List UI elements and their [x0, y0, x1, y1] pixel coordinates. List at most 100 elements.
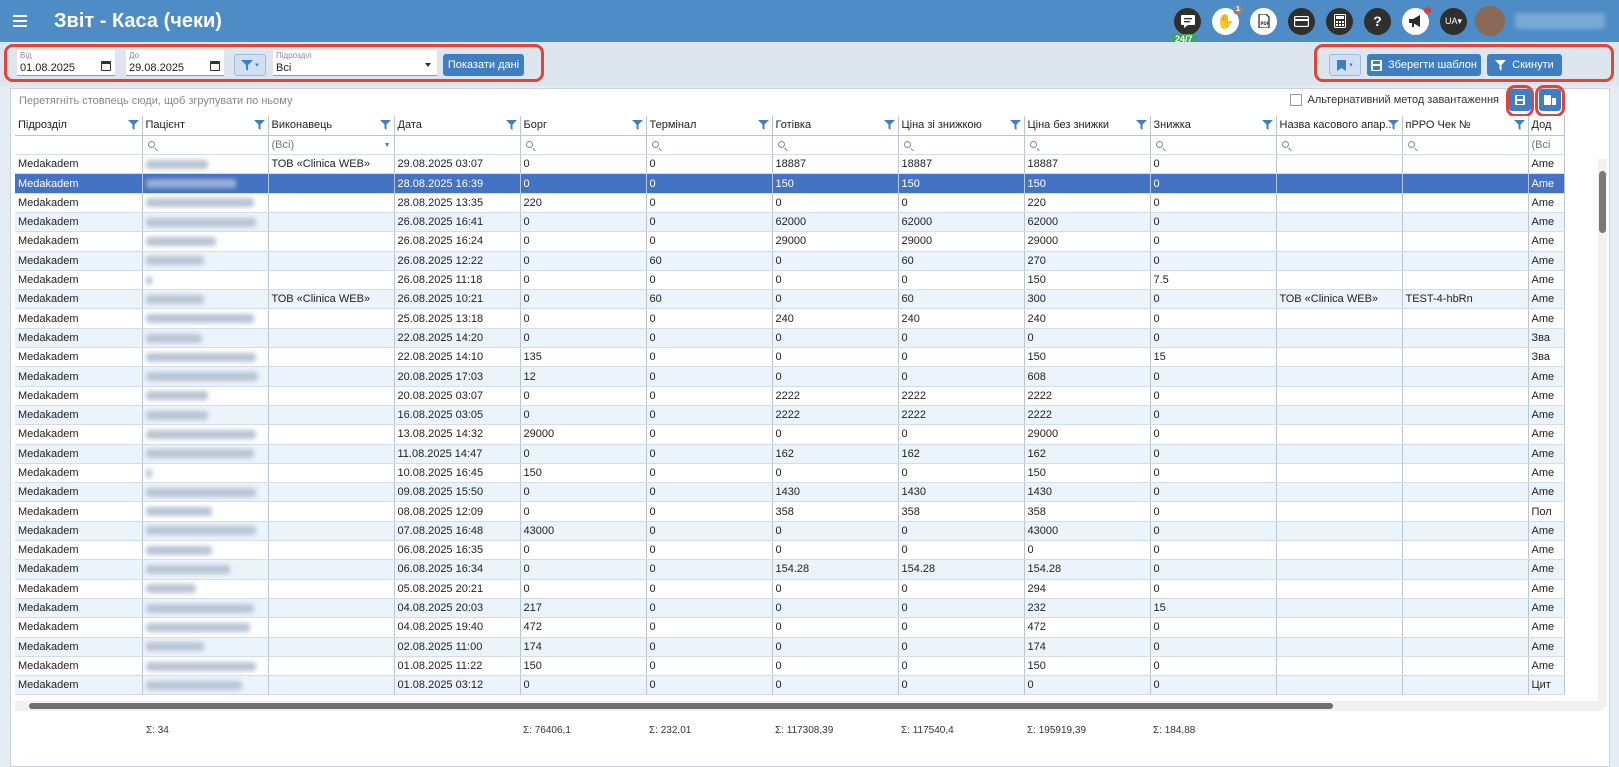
hand-icon[interactable]: ✋ 1	[1212, 4, 1243, 35]
calendar-icon[interactable]	[210, 61, 220, 71]
column-filter-icon[interactable]	[1135, 120, 1147, 133]
column-header-cash-register[interactable]: Назва касового апар...	[1276, 116, 1403, 136]
chat-icon[interactable]: 24/7	[1172, 7, 1201, 44]
help-icon[interactable]: ?	[1364, 7, 1391, 35]
column-filter-performer[interactable]: (Всі) ▼	[268, 135, 395, 156]
column-filter-cash-register[interactable]	[1276, 135, 1403, 156]
card-icon[interactable]	[1288, 7, 1315, 35]
date-from-field[interactable]: Від 01.08.2025	[17, 50, 115, 76]
table-row[interactable]: Medakadem 02.08.2025 11:00 174 0 0 0 174 0 Ame	[15, 637, 1565, 657]
table-row[interactable]: Medakadem ТОВ «Clinica WEB» 29.08.2025 03:…	[15, 154, 1565, 175]
column-filter-extra[interactable]: (Всі	[1528, 135, 1565, 156]
column-filter-cash[interactable]	[772, 135, 899, 156]
hamburger-menu-icon[interactable]	[0, 0, 40, 42]
column-header-terminal[interactable]: Термінал	[646, 116, 773, 136]
table-row[interactable]: Medakadem 01.08.2025 03:12 0 0 0 0 0 0 Цит	[15, 675, 1565, 696]
column-filter-terminal[interactable]	[646, 135, 773, 156]
unit-select[interactable]: Підрозділ Всі	[273, 50, 437, 76]
column-header-performer[interactable]: Виконавець	[268, 116, 395, 136]
table-row[interactable]: Medakadem 20.08.2025 17:03 12 0 0 0 608 0 Ame	[15, 366, 1565, 387]
patient-name-blurred	[145, 256, 204, 266]
column-filter-unit[interactable]	[15, 135, 143, 156]
username-blurred[interactable]	[1515, 13, 1605, 29]
column-header-date[interactable]: Дата	[394, 116, 521, 136]
table-row[interactable]: Medakadem 08.08.2025 12:09 0 0 358 358 358 0 Пол	[15, 501, 1565, 522]
column-filter-icon[interactable]	[1513, 120, 1525, 133]
horizontal-scrollbar[interactable]	[15, 701, 1603, 711]
megaphone-icon[interactable]	[1402, 6, 1431, 35]
column-filter-price[interactable]	[1024, 135, 1151, 156]
column-filter-icon[interactable]	[253, 120, 265, 133]
horizontal-scroll-thumb[interactable]	[29, 703, 1333, 709]
table-row[interactable]: Medakadem 16.08.2025 03:05 0 0 2222 2222 2222 0…	[15, 405, 1565, 426]
table-row[interactable]: Medakadem 13.08.2025 14:32 29000 0 0 0 29000 0 A…	[15, 424, 1565, 445]
column-filter-icon[interactable]	[379, 120, 391, 133]
table-row[interactable]: Medakadem 04.08.2025 19:40 472 0 0 0 472 0 Ame	[15, 617, 1565, 638]
column-header-discount[interactable]: Знижка	[1150, 116, 1277, 136]
column-filter-icon[interactable]	[1009, 120, 1021, 133]
table-row[interactable]: Medakadem 22.08.2025 14:20 0 0 0 0 0 0 Зва	[15, 328, 1565, 349]
date-to-field[interactable]: До 29.08.2025	[126, 50, 224, 76]
group-panel-hint[interactable]: Перетягніть стовпець сюди, щоб згрупуват…	[19, 95, 292, 107]
patient-name-blurred	[145, 468, 152, 478]
column-header-discounted-price[interactable]: Ціна зі знижкою	[898, 116, 1025, 136]
table-row[interactable]: Medakadem 22.08.2025 14:10 135 0 0 0 150 15 Зва	[15, 347, 1565, 368]
alt-load-option[interactable]: Альтернативний метод завантаження	[1289, 94, 1499, 106]
column-filter-icon[interactable]	[883, 120, 895, 133]
table-row[interactable]: Medakadem 09.08.2025 15:50 0 0 1430 1430 1430 0…	[15, 482, 1565, 503]
vertical-scroll-thumb[interactable]	[1599, 171, 1606, 233]
column-filter-date[interactable]	[394, 135, 521, 156]
column-filter-discount[interactable]	[1150, 135, 1277, 156]
column-header-label: Виконавець	[271, 119, 333, 132]
vertical-scrollbar[interactable]	[1598, 159, 1607, 707]
column-chooser-icon[interactable]	[1539, 89, 1561, 111]
save-template-button[interactable]: Зберегти шаблон	[1367, 54, 1481, 76]
table-row[interactable]: Medakadem 26.08.2025 12:22 0 60 0 60 270 0 Ame	[15, 251, 1565, 271]
column-header-price[interactable]: Ціна без знижки	[1024, 116, 1151, 136]
avatar[interactable]	[1475, 6, 1505, 36]
pdf-icon[interactable]: PDF	[1250, 7, 1277, 35]
column-filter-patient[interactable]	[142, 135, 269, 156]
column-header-cash[interactable]: Готівка	[772, 116, 899, 136]
column-header-debt[interactable]: Борг	[520, 116, 647, 136]
reset-button[interactable]: Скинути	[1487, 54, 1562, 76]
column-header-extra[interactable]: Дод	[1528, 116, 1565, 136]
table-row[interactable]: Medakadem 26.08.2025 11:18 0 0 0 0 150 7.5 Ame	[15, 270, 1565, 291]
column-filter-icon[interactable]	[631, 120, 643, 133]
column-header-unit[interactable]: Підрозділ	[15, 116, 143, 136]
column-filter-icon[interactable]	[1261, 120, 1273, 133]
column-filter-debt[interactable]	[520, 135, 647, 156]
alt-load-checkbox[interactable]	[1289, 94, 1302, 106]
save-grid-icon[interactable]	[1509, 89, 1531, 111]
table-row[interactable]: Medakadem 28.08.2025 13:35 220 0 0 0 220 0 Ame	[15, 193, 1565, 213]
table-row[interactable]: Medakadem 06.08.2025 16:35 0 0 0 0 0 0 Ame	[15, 540, 1565, 561]
table-row[interactable]: Medakadem 06.08.2025 16:34 0 0 154.28 154.28 1…	[15, 559, 1565, 580]
language-selector[interactable]: UA ▾	[1440, 7, 1467, 35]
table-row[interactable]: Medakadem 26.08.2025 16:41 0 0 62000 62000 620…	[15, 212, 1565, 233]
show-data-button[interactable]: Показати дані	[443, 54, 524, 76]
table-row[interactable]: Medakadem 05.08.2025 20:21 0 0 0 0 294 0 Ame	[15, 579, 1565, 599]
table-row[interactable]: Medakadem 04.08.2025 20:03 217 0 0 0 232 15 Ame	[15, 598, 1565, 619]
column-filter-discounted-price[interactable]	[898, 135, 1025, 156]
table-row[interactable]: Medakadem 26.08.2025 16:24 0 0 29000 29000 290…	[15, 231, 1565, 252]
table-row[interactable]: Medakadem 01.08.2025 11:22 150 0 0 0 150 0 Ame	[15, 656, 1565, 677]
table-row[interactable]: Medakadem 25.08.2025 13:18 0 0 240 240 240 0 Ame	[15, 308, 1565, 329]
table-row[interactable]: Medakadem 20.08.2025 03:07 0 0 2222 2222 2222 0…	[15, 386, 1565, 406]
calendar-icon[interactable]	[101, 61, 111, 71]
column-filter-prro-receipt[interactable]	[1402, 135, 1529, 156]
bookmark-dropdown-button[interactable]: ▾	[1329, 54, 1361, 76]
column-filter-icon[interactable]	[127, 120, 139, 133]
column-header-prro-receipt[interactable]: пРРО Чек №	[1402, 116, 1529, 136]
filter-toggle-button[interactable]: ▾	[234, 54, 266, 76]
column-header-patient[interactable]: Пацієнт	[142, 116, 269, 136]
table-row[interactable]: Medakadem 10.08.2025 16:45 150 0 0 0 150 0 Ame	[15, 463, 1565, 484]
table-row[interactable]: Medakadem 11.08.2025 14:47 0 0 162 162 162 0 Ame	[15, 444, 1565, 464]
column-filter-icon[interactable]	[505, 120, 517, 133]
column-filter-icon[interactable]	[757, 120, 769, 133]
column-filter-icon[interactable]	[1387, 120, 1399, 133]
cell-cash-register	[1276, 579, 1403, 599]
table-row[interactable]: Medakadem 07.08.2025 16:48 43000 0 0 0 43000 0 A…	[15, 521, 1565, 542]
calculator-icon[interactable]	[1326, 7, 1353, 35]
table-row[interactable]: Medakadem 28.08.2025 16:39 0 0 150 150 150 0 Ame	[15, 173, 1565, 194]
table-row[interactable]: Medakadem ТОВ «Clinica WEB» 26.08.2025 10:…	[15, 289, 1565, 310]
